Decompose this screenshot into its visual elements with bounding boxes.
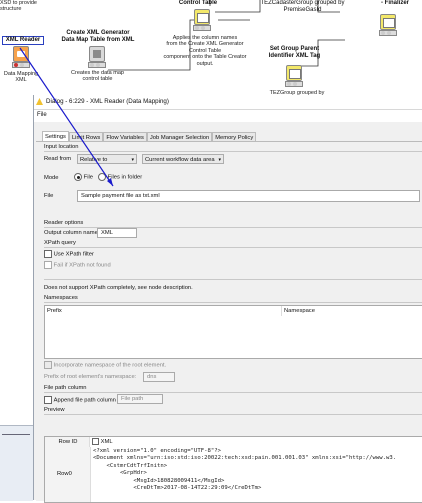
- col-xml[interactable]: XML: [90, 437, 422, 447]
- fail-if-label: Fail if XPath not found: [53, 262, 111, 269]
- node-set-group-title[interactable]: Set Group Parent Identifier XML Tag: [262, 46, 327, 60]
- xml-line: <CstmrCdtTrfInitn>: [93, 462, 168, 469]
- dialog-menubar: File: [34, 110, 422, 122]
- node-xml-reader-desc: Data Mapping XML: [3, 71, 39, 84]
- relative-to-value: Current workflow data area: [145, 157, 215, 163]
- node-control-table-desc: Applies the column names from the Create…: [163, 35, 247, 67]
- namespaces-label: Namespaces: [44, 295, 78, 301]
- xml-line: <Document xmlns="urn:iso:std:iso:20022:t…: [93, 455, 397, 462]
- prefix-root-input[interactable]: dns: [143, 372, 175, 382]
- xml-line: <GrpHdr>: [93, 470, 147, 477]
- file-path-column-input[interactable]: File path: [117, 394, 163, 404]
- xml-line: <MsgId>180828009411</MsgId>: [93, 477, 225, 484]
- separator: [44, 392, 422, 393]
- node-control-table-title[interactable]: Control Table: [168, 0, 228, 7]
- xml-line: <CreDtTm>2017-08-14T22:29:09</CreDtTm>: [93, 485, 262, 492]
- append-file-path-label: Append file path column: [53, 397, 116, 404]
- mode-folder-radio[interactable]: Files in folder: [98, 173, 142, 181]
- relative-to-select[interactable]: Current workflow data area ▾: [142, 154, 224, 164]
- separator: [44, 414, 422, 415]
- menu-file[interactable]: File: [37, 112, 47, 118]
- xml-generator-status: [88, 62, 106, 68]
- set-group-status: [285, 81, 303, 87]
- node-group-top-title[interactable]: TEZCadasterGroup grouped by PremiseGasId: [255, 0, 350, 14]
- row-id-value: Row0: [57, 471, 72, 477]
- xpath-query-label: XPath query: [44, 240, 76, 246]
- mode-folder-label: Files in folder: [107, 174, 143, 181]
- node-finalizer-title[interactable]: - Finalizer: [368, 0, 422, 7]
- col-row-id[interactable]: Row ID: [45, 437, 90, 447]
- output-column-label: Output column name: [44, 230, 98, 236]
- mode-label: Mode: [44, 175, 59, 181]
- radio-unselected-icon: [98, 173, 106, 181]
- warning-icon: [36, 98, 43, 105]
- set-group-node-icon[interactable]: [286, 65, 302, 81]
- file-path-input[interactable]: Sample payment file as txt.xml: [77, 190, 420, 202]
- prefix-root-value: dns: [147, 374, 157, 380]
- separator: [44, 151, 422, 152]
- settings-panel: Input location Read from Relative to ▾ C…: [36, 141, 422, 503]
- xml-type-icon: [92, 437, 99, 445]
- read-from-select[interactable]: Relative to ▾: [77, 154, 137, 164]
- incorporate-checkbox[interactable]: Incorporate namespace of the root elemen…: [44, 361, 166, 369]
- read-from-value: Relative to: [80, 157, 108, 163]
- reader-options-label: Reader options: [44, 220, 84, 226]
- preview-label: Preview: [44, 407, 65, 413]
- col-namespace[interactable]: Namespace: [282, 306, 421, 316]
- control-table-node-icon[interactable]: [194, 9, 210, 25]
- chevron-down-icon: ▾: [131, 157, 134, 163]
- col-xml-label: XML: [100, 439, 113, 445]
- use-xpath-checkbox[interactable]: Use XPath filter: [44, 250, 94, 258]
- radio-selected-icon: [74, 173, 82, 181]
- xml-reader-status: [12, 62, 30, 68]
- metanode-icon[interactable]: [89, 46, 105, 62]
- background-window: [0, 425, 33, 501]
- xml-cell[interactable]: <?xml version="1.0" encoding="UTF-8"?> <…: [93, 448, 421, 500]
- separator: [44, 247, 422, 248]
- use-xpath-label: Use XPath filter: [53, 251, 94, 258]
- xml-line: <?xml version="1.0" encoding="UTF-8"?>: [93, 448, 221, 454]
- file-label: File: [44, 193, 54, 199]
- row-header: Row0: [45, 447, 91, 502]
- namespaces-table[interactable]: Prefix Namespace: [44, 305, 422, 359]
- fail-if-checkbox[interactable]: Fail if XPath not found: [44, 261, 111, 269]
- dialog-title: Dialog - 6:229 - XML Reader (Data Mappin…: [46, 98, 169, 105]
- separator: [44, 302, 422, 303]
- input-location-label: Input location: [44, 144, 79, 150]
- file-path-column-placeholder: File path: [121, 396, 144, 402]
- xpath-note: Does not support XPath completely, see n…: [44, 285, 193, 291]
- canvas-annotation: XSD to provide structure: [0, 0, 37, 13]
- node-xml-generator-desc: Creates the data map control table: [71, 70, 124, 83]
- node-xml-reader-title[interactable]: XML Reader: [2, 36, 44, 45]
- read-from-label: Read from: [44, 156, 72, 162]
- checkbox-icon: [44, 250, 52, 258]
- node-xml-generator-title[interactable]: Create XML Generator Data Map Table from…: [58, 30, 138, 44]
- output-column-value: XML: [101, 230, 113, 236]
- output-column-input[interactable]: XML: [97, 228, 137, 238]
- dialog-titlebar[interactable]: Dialog - 6:229 - XML Reader (Data Mappin…: [34, 95, 422, 110]
- control-table-status: [193, 25, 211, 31]
- file-path-column-label: File path column: [44, 385, 87, 391]
- chevron-down-icon: ▾: [218, 157, 221, 163]
- checkbox-checked-icon: [44, 361, 52, 369]
- incorporate-label: Incorporate namespace of the root elemen…: [53, 362, 167, 369]
- file-path-value: Sample payment file as txt.xml: [81, 193, 160, 199]
- finalizer-node-icon[interactable]: [380, 14, 396, 30]
- background-window-line: [2, 434, 30, 441]
- xml-reader-node-icon[interactable]: [13, 46, 29, 62]
- col-prefix[interactable]: Prefix: [45, 306, 282, 316]
- checkbox-icon: [44, 396, 52, 404]
- xml-reader-dialog: Dialog - 6:229 - XML Reader (Data Mappin…: [33, 95, 422, 503]
- workflow-canvas[interactable]: XSD to provide structure XML Reader Data…: [0, 0, 422, 100]
- mode-file-radio[interactable]: File: [74, 173, 93, 181]
- mode-file-label: File: [83, 174, 94, 181]
- prefix-root-label: Prefix of root element's namespace:: [44, 374, 137, 380]
- append-file-path-checkbox[interactable]: Append file path column: [44, 396, 116, 404]
- checkbox-icon: [44, 261, 52, 269]
- separator: [44, 279, 422, 280]
- finalizer-status: [379, 30, 397, 36]
- preview-table[interactable]: Row ID XML Row0 <?xml version="1.0" enco…: [44, 436, 422, 503]
